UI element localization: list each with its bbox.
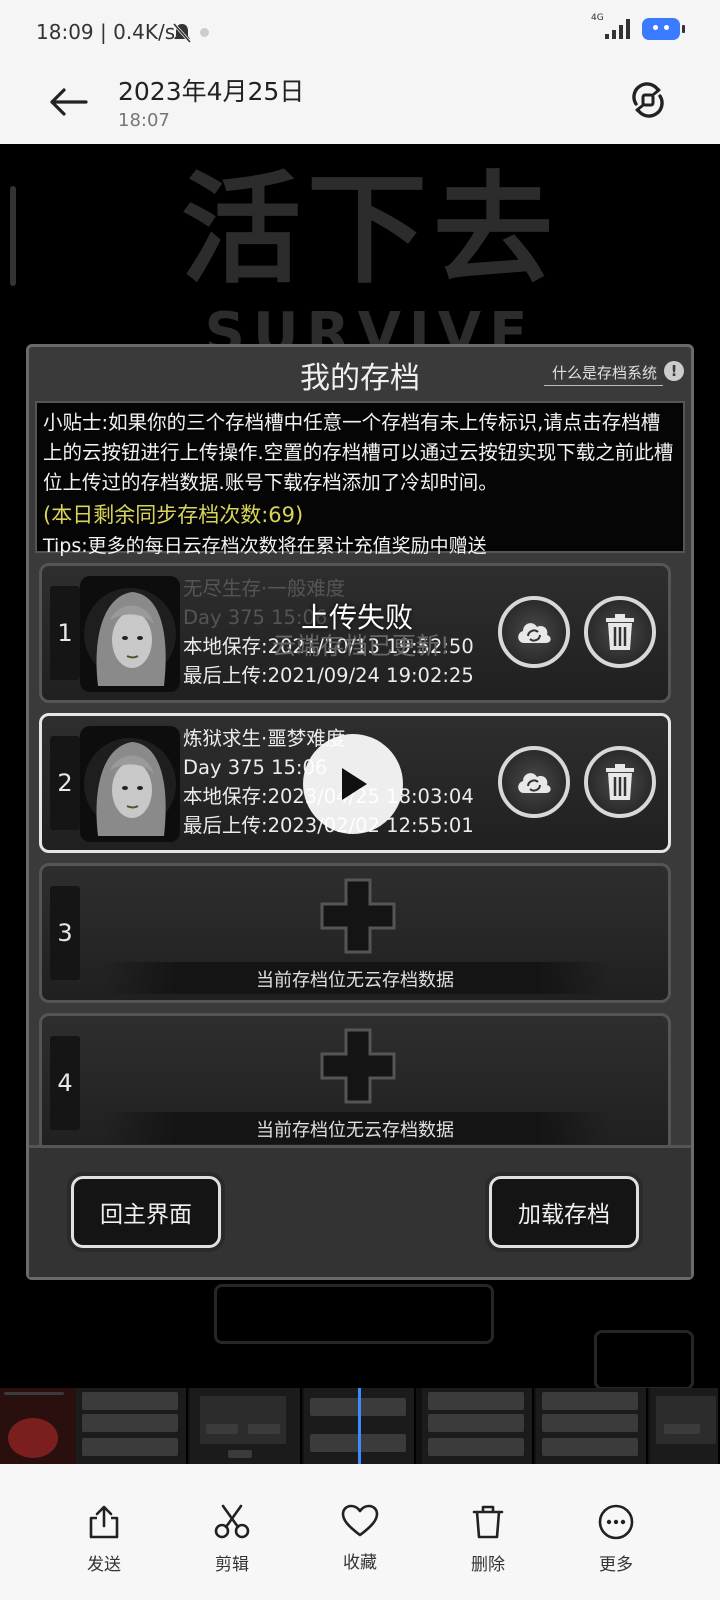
share-button[interactable]: 发送 (56, 1464, 152, 1600)
save-slot-4[interactable]: 4 当前存档位无云存档数据 (39, 1013, 671, 1149)
trash-can-icon (606, 614, 634, 650)
slot-number: 2 (57, 769, 73, 797)
tip-text: 小贴士:如果你的三个存档槽中任意一个存档有未上传标识,请点击存档槽上的云按钮进行… (43, 411, 674, 494)
more-label: 更多 (599, 1555, 633, 1575)
save-slot-1[interactable]: 1 无尽生存·一般难度 Day 375 15:06 本地保存:2021/10/1… (39, 563, 671, 703)
video-timeline[interactable] (0, 1388, 720, 1464)
dialog-footer: 回主界面 加载存档 (29, 1145, 691, 1277)
share-icon (89, 1505, 119, 1539)
load-save-button[interactable]: 加载存档 (489, 1176, 639, 1248)
scissors-icon (214, 1504, 250, 1539)
viewer-header: 2023年4月25日 18:07 (0, 66, 720, 144)
play-button[interactable] (303, 734, 403, 834)
timeline-frame (190, 1388, 302, 1464)
status-time: 18:09 | 0.4K/s (36, 20, 176, 44)
delete-save-button[interactable] (584, 746, 656, 818)
favorite-label: 收藏 (343, 1553, 377, 1573)
save-slot-list: 1 无尽生存·一般难度 Day 375 15:06 本地保存:2021/10/1… (35, 559, 685, 1149)
empty-slot-text: 当前存档位无云存档数据 (256, 970, 454, 991)
back-to-main-button[interactable]: 回主界面 (71, 1176, 221, 1248)
delete-button[interactable]: 删除 (440, 1464, 536, 1600)
media-date: 2023年4月25日 (118, 77, 305, 106)
cloud-sync-icon (518, 773, 551, 793)
more-icon (598, 1504, 634, 1540)
video-frame: 活下去 SURVIVE 我的存档 什么是存档系统 ! 小贴士:如果你的三个存档槽… (0, 144, 720, 1388)
timeline-frame (422, 1388, 534, 1464)
bg-decoration (10, 186, 16, 286)
delete-save-button[interactable] (584, 596, 656, 668)
mute-bell-icon (172, 22, 192, 48)
bg-ghost-panel (594, 1330, 694, 1388)
character-avatar (80, 576, 180, 692)
media-time: 18:07 (118, 110, 170, 131)
rotate-button[interactable] (624, 76, 672, 124)
status-bar: 18:09 | 0.4K/s 4G (0, 0, 720, 66)
favorite-button[interactable]: 收藏 (312, 1464, 408, 1600)
delete-label: 删除 (471, 1555, 505, 1575)
share-label: 发送 (87, 1555, 121, 1575)
character-avatar (80, 726, 180, 842)
back-button[interactable] (44, 78, 92, 126)
info-icon[interactable]: ! (664, 361, 684, 381)
help-link[interactable]: 什么是存档系统 (543, 362, 663, 386)
save-slot-3[interactable]: 3 当前存档位无云存档数据 (39, 863, 671, 1003)
slot-number: 1 (57, 619, 73, 647)
playhead[interactable] (358, 1388, 361, 1464)
play-icon (342, 768, 367, 800)
edit-button[interactable]: 剪辑 (184, 1464, 280, 1600)
back-arrow-icon (50, 88, 88, 116)
trash-icon (472, 1505, 504, 1539)
add-save-icon[interactable] (318, 876, 398, 956)
battery-icon (642, 18, 685, 40)
bg-ghost-panel (214, 1284, 494, 1344)
add-save-icon[interactable] (318, 1026, 398, 1106)
timeline-frame (650, 1388, 720, 1464)
empty-slot-text: 当前存档位无云存档数据 (256, 1120, 454, 1141)
slot-last-upload: 最后上传:2021/09/24 19:02:25 (183, 664, 474, 687)
bottom-toolbar: 发送 剪辑 收藏 删除 更多 (0, 1464, 720, 1600)
upload-failed-toast: 上传失败 (300, 601, 413, 634)
game-logo: 活下去 (181, 159, 559, 300)
heart-icon (341, 1504, 379, 1537)
timeline-frame (76, 1388, 188, 1464)
more-button[interactable]: 更多 (568, 1464, 664, 1600)
sync-count: (本日剩余同步存档次数:69) (43, 503, 304, 527)
timeline-frame (536, 1388, 648, 1464)
tips-extra: Tips:更多的每日云存档次数将在累计充值奖励中赠送 (43, 535, 487, 557)
edit-label: 剪辑 (215, 1555, 249, 1575)
notification-dot-icon (200, 28, 209, 37)
cell-signal-icon: 4G (591, 13, 630, 39)
rotate-icon (632, 82, 664, 118)
tip-box: 小贴士:如果你的三个存档槽中任意一个存档有未上传标识,请点击存档槽上的云按钮进行… (35, 401, 685, 557)
network-type: 4G (591, 13, 604, 23)
cloud-sync-button[interactable] (498, 746, 570, 818)
trash-can-icon (606, 764, 634, 800)
